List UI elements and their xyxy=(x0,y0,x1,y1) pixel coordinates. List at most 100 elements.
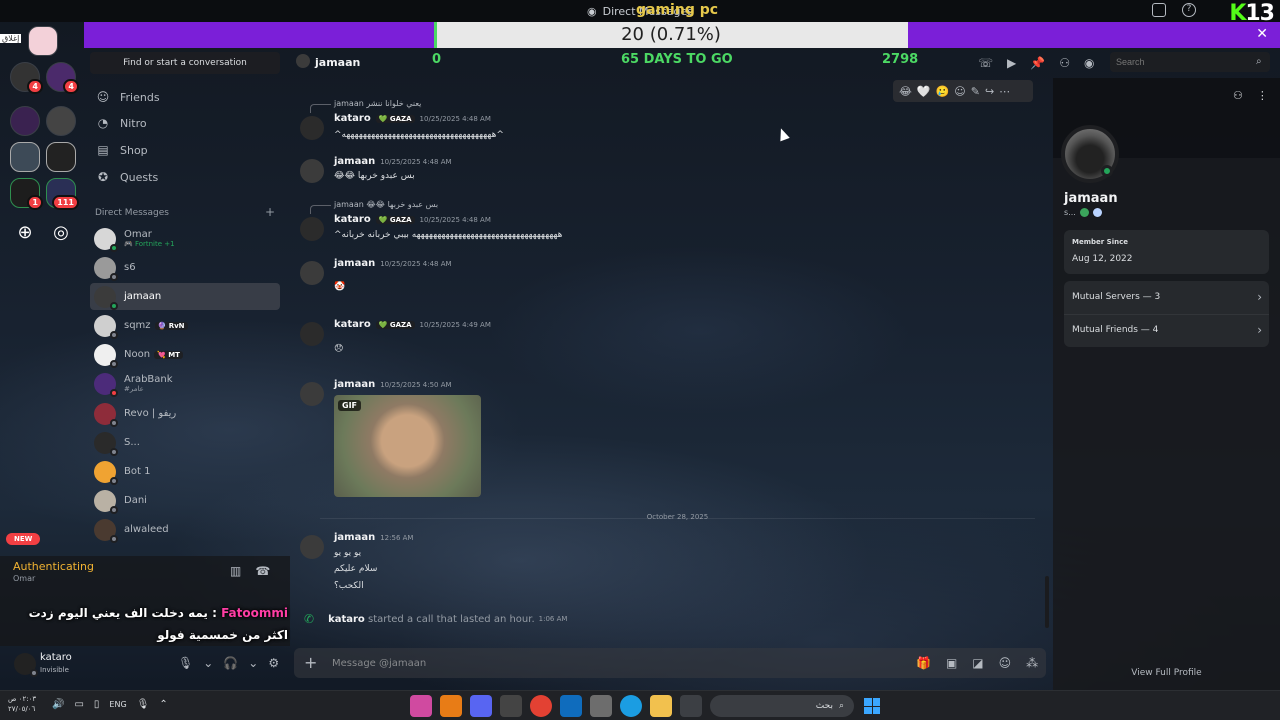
add-server-icon[interactable]: ⊕ xyxy=(10,218,40,248)
emoji-picker-icon[interactable]: ☺ xyxy=(999,656,1012,670)
home-button[interactable] xyxy=(28,26,58,56)
message-avatar[interactable] xyxy=(300,535,324,559)
disconnect-icon[interactable]: ☎ xyxy=(255,564,270,578)
chevron-down-icon[interactable]: ⌄ xyxy=(248,656,258,670)
dm-item-omar[interactable]: Omar 🎮 Fortnite +1 xyxy=(90,225,280,252)
app-icon-1[interactable] xyxy=(410,695,432,717)
message-avatar[interactable] xyxy=(300,217,324,241)
reaction-heart-icon[interactable]: 🤍 xyxy=(917,85,931,98)
message-author[interactable]: kataro xyxy=(334,319,371,330)
add-reaction-icon[interactable]: ☺ xyxy=(954,85,965,98)
dm-item-dani[interactable]: Dani xyxy=(90,487,280,514)
nav-nitro[interactable]: ◔ Nitro xyxy=(96,112,147,134)
reply-preview[interactable]: jamaan 😂😂 بس عبدو خربها xyxy=(309,200,438,214)
server-icon-5[interactable] xyxy=(10,142,40,172)
forward-icon[interactable]: ↪ xyxy=(985,85,994,98)
view-full-profile-link[interactable]: View Full Profile xyxy=(1053,668,1280,678)
message-avatar[interactable] xyxy=(300,159,324,183)
edit-icon[interactable]: ✎ xyxy=(971,85,980,98)
voice-call-icon[interactable]: ☏ xyxy=(978,56,993,70)
chat-scrollbar[interactable] xyxy=(1045,576,1049,628)
server-icon-3[interactable] xyxy=(10,106,40,136)
gif-picker-icon[interactable]: ▣ xyxy=(946,656,957,670)
voice-status[interactable]: Authenticating xyxy=(13,560,94,573)
dm-item-s[interactable]: S... xyxy=(90,429,280,456)
more-options-icon[interactable]: ⋯ xyxy=(999,85,1010,98)
taskbar-search[interactable]: بحث ⌕ xyxy=(710,695,854,717)
nav-shop[interactable]: ▤ Shop xyxy=(96,139,147,161)
chrome-icon[interactable] xyxy=(530,695,552,717)
dm-item-noon[interactable]: Noon 💘 MT xyxy=(90,341,280,368)
find-conversation-button[interactable]: Find or start a conversation xyxy=(90,52,280,74)
server-icon-4[interactable] xyxy=(46,106,76,136)
dm-item-jamaan[interactable]: jamaan xyxy=(90,283,280,310)
call-author[interactable]: kataro xyxy=(328,614,365,625)
dm-item-arabbank[interactable]: ArabBank #عامر xyxy=(90,370,280,397)
discord-taskbar-icon[interactable] xyxy=(470,695,492,717)
user-name[interactable]: kataro xyxy=(40,652,72,663)
clock[interactable]: ٠٢:٠٣ ص ٢٧/٠٥/٠٦ xyxy=(8,694,36,714)
windows-start-icon[interactable] xyxy=(864,698,880,714)
server-icon-1[interactable]: 4 xyxy=(10,62,43,94)
mutual-servers-row[interactable]: Mutual Servers — 3 › xyxy=(1072,290,1262,304)
vlc-icon[interactable] xyxy=(440,695,462,717)
dm-item-revo[interactable]: Revo | ريفو xyxy=(90,400,280,427)
message-author[interactable]: jamaan xyxy=(334,379,375,390)
chat-recipient-name[interactable]: jamaan xyxy=(315,56,360,69)
microphone-tray-icon[interactable]: 🎙 xyxy=(137,699,150,710)
reaction-joy-icon[interactable]: 😂 xyxy=(899,85,912,98)
message-input[interactable] xyxy=(332,653,892,673)
message-author[interactable]: jamaan xyxy=(334,156,375,167)
nav-quests[interactable]: ✪ Quests xyxy=(96,166,158,188)
file-explorer-icon[interactable] xyxy=(650,695,672,717)
outlook-icon[interactable] xyxy=(560,695,582,717)
gif-attachment[interactable]: GIF xyxy=(334,395,481,497)
microphone-icon[interactable]: 🎙 xyxy=(178,656,193,670)
headphones-icon[interactable]: 🎧 xyxy=(223,656,238,670)
server-icon-2[interactable]: 4 xyxy=(46,62,79,94)
gift-icon[interactable]: 🎁 xyxy=(916,656,931,670)
network-icon[interactable]: ▭ xyxy=(74,699,83,710)
dm-item-sqmz[interactable]: sqmz 🔮 RvN xyxy=(90,312,280,339)
user-profile-icon[interactable]: ◉ xyxy=(1084,56,1094,70)
noise-suppression-icon[interactable]: ▥ xyxy=(230,564,241,578)
battery-icon[interactable]: ▯ xyxy=(94,699,100,710)
close-label[interactable]: إغلاق xyxy=(0,34,22,43)
reaction-smile-icon[interactable]: 🥲 xyxy=(936,85,950,98)
message-avatar[interactable] xyxy=(300,116,324,140)
edge-icon[interactable] xyxy=(620,695,642,717)
message-author[interactable]: kataro xyxy=(334,214,371,225)
message-author[interactable]: jamaan xyxy=(334,532,375,543)
add-friends-to-dm-icon[interactable]: ⚇ xyxy=(1059,56,1070,70)
help-icon[interactable]: ? xyxy=(1182,3,1196,17)
close-icon[interactable]: ✕ xyxy=(1256,26,1268,42)
create-dm-button[interactable]: + xyxy=(265,206,275,218)
nav-friends[interactable]: ☺ Friends xyxy=(96,86,160,108)
discover-icon[interactable]: ◎ xyxy=(46,218,76,248)
reply-preview[interactable]: jamaan يعني خلوانا ننشر xyxy=(309,99,421,113)
store-icon[interactable] xyxy=(590,695,612,717)
dm-item-s6[interactable]: s6 xyxy=(90,254,280,281)
gear-icon[interactable]: ⚙ xyxy=(268,656,279,670)
message-author[interactable]: kataro xyxy=(334,113,371,124)
inbox-icon[interactable] xyxy=(1152,3,1166,17)
language-indicator[interactable]: ENG xyxy=(109,700,126,710)
apps-icon[interactable]: ⁂ xyxy=(1026,656,1038,670)
app-icon-4[interactable] xyxy=(500,695,522,717)
search-input[interactable] xyxy=(1110,52,1270,72)
chevron-down-icon[interactable]: ⌄ xyxy=(203,656,213,670)
sticker-icon[interactable]: ◪ xyxy=(972,656,983,670)
user-avatar[interactable] xyxy=(14,653,38,677)
message-avatar[interactable] xyxy=(300,382,324,406)
dm-item-alwaleed[interactable]: alwaleed xyxy=(90,516,280,543)
volume-icon[interactable]: 🔊 xyxy=(52,699,64,710)
message-avatar[interactable] xyxy=(300,322,324,346)
chevron-up-icon[interactable]: ⌃ xyxy=(159,699,167,710)
message-author[interactable]: jamaan xyxy=(334,258,375,269)
video-call-icon[interactable]: ▶ xyxy=(1007,56,1016,70)
server-icon-6[interactable] xyxy=(46,142,76,172)
badge-icon[interactable] xyxy=(1079,208,1089,217)
task-view-icon[interactable] xyxy=(680,695,702,717)
mutual-friends-row[interactable]: Mutual Friends — 4 › xyxy=(1072,323,1262,337)
add-attachment-icon[interactable]: + xyxy=(304,653,317,672)
